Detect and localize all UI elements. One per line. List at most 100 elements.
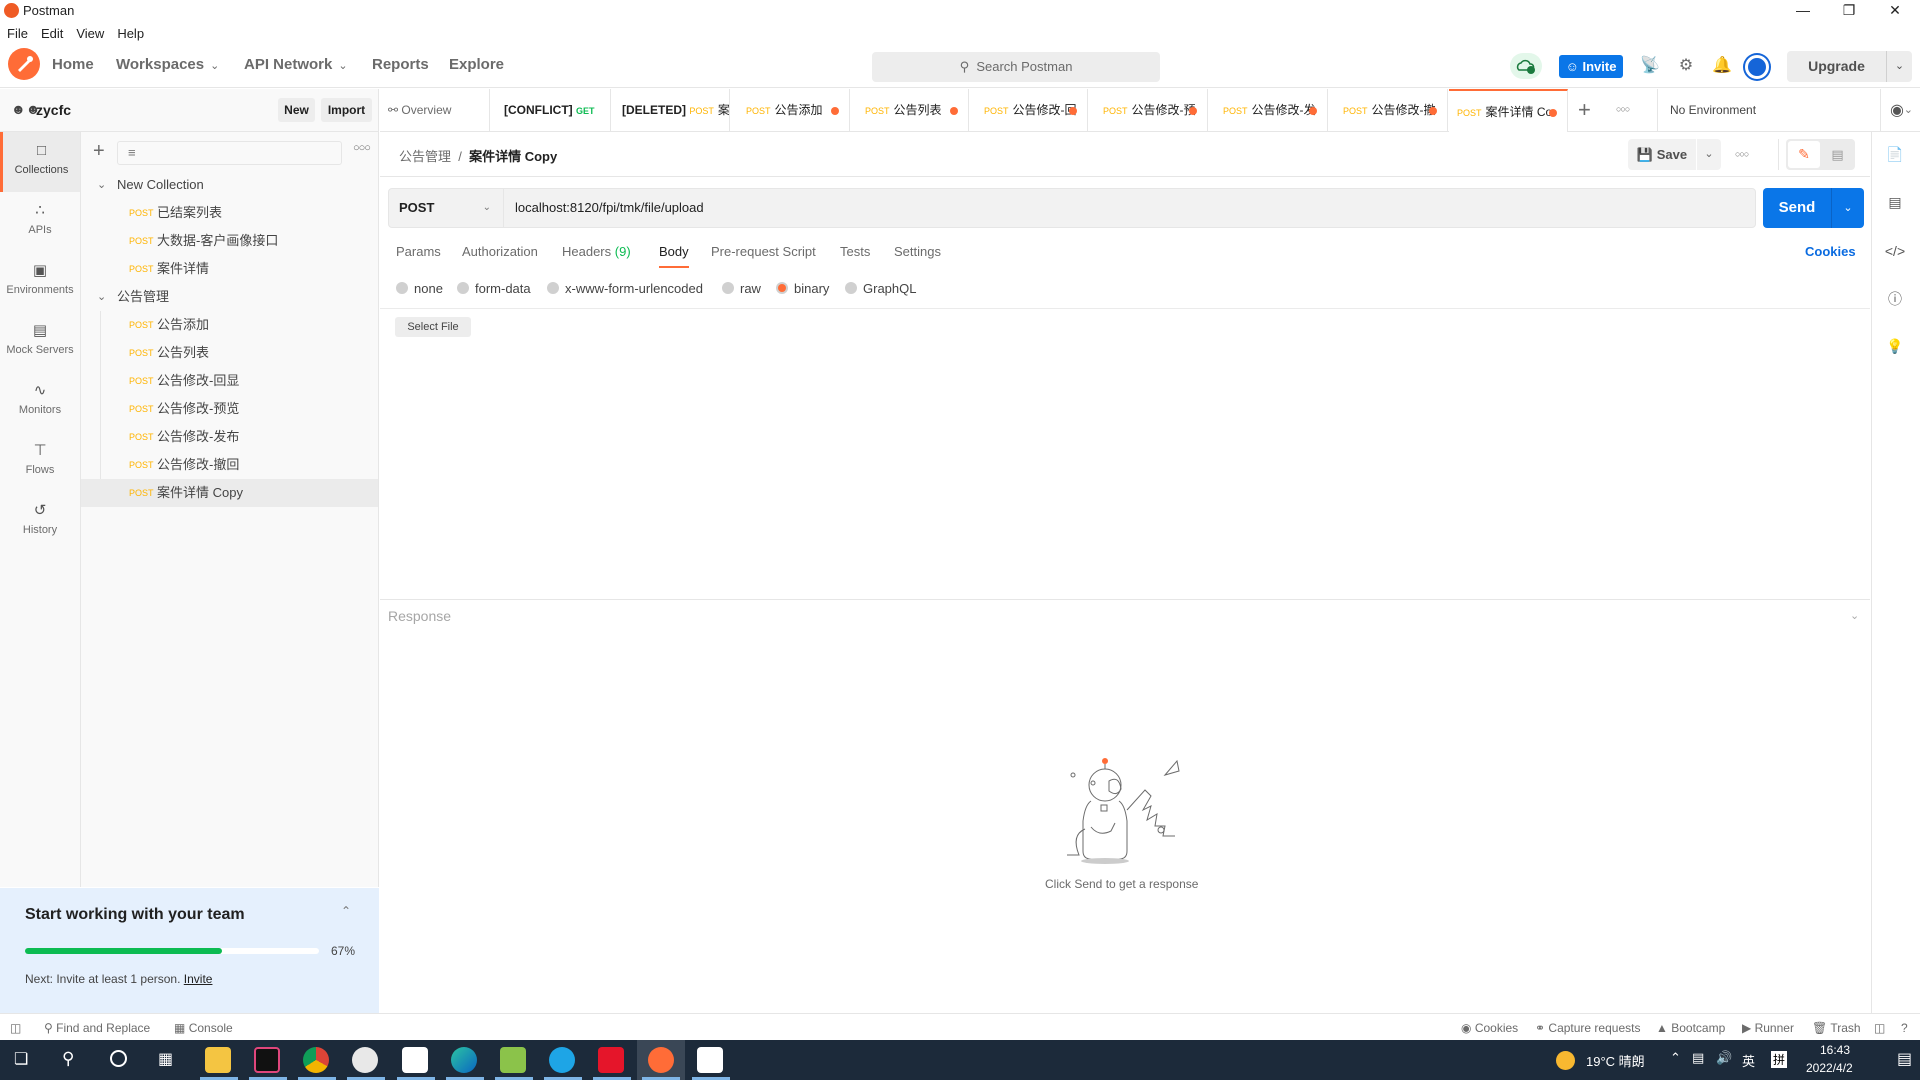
- ime-mode[interactable]: 拼: [1771, 1051, 1788, 1068]
- list-item[interactable]: POST 已结案列表: [81, 199, 378, 227]
- menu-file[interactable]: File: [0, 22, 34, 41]
- radio-graphql[interactable]: GraphQL: [845, 281, 916, 296]
- two-pane-icon[interactable]: ◫: [1874, 1021, 1885, 1035]
- internet-explorer-icon[interactable]: [549, 1047, 575, 1073]
- list-item-selected[interactable]: POST 案件详情 Copy: [81, 479, 378, 507]
- code-icon[interactable]: </>: [1883, 239, 1907, 263]
- app-icon[interactable]: [697, 1047, 723, 1073]
- more-actions-icon[interactable]: ○○○: [1735, 149, 1749, 159]
- nav-workspaces[interactable]: Workspaces ⌄: [116, 56, 219, 73]
- radio-none[interactable]: none: [396, 281, 443, 296]
- nav-home[interactable]: Home: [52, 56, 94, 73]
- list-item[interactable]: POST 案件详情: [81, 255, 378, 283]
- taskbar-search-icon[interactable]: ⚲: [62, 1049, 74, 1069]
- select-file-button[interactable]: Select File: [395, 317, 471, 337]
- runner-button[interactable]: ▶ Runner: [1742, 1021, 1794, 1035]
- sidebar-item-environments[interactable]: ▣ Environments: [0, 252, 80, 312]
- menu-view[interactable]: View: [69, 22, 110, 41]
- sidebar-item-monitors[interactable]: ∿ Monitors: [0, 372, 80, 432]
- capture-requests-button[interactable]: ⚭ Capture requests: [1535, 1021, 1640, 1035]
- windows-start-icon[interactable]: ❏: [14, 1051, 32, 1069]
- youdao-icon[interactable]: [598, 1047, 624, 1073]
- nav-explore[interactable]: Explore: [449, 56, 504, 73]
- bell-icon[interactable]: 🔔: [1710, 54, 1734, 78]
- radio-form-data[interactable]: form-data: [457, 281, 531, 296]
- add-collection-button[interactable]: +: [93, 140, 105, 163]
- radio-x-www-form-urlencoded[interactable]: x-www-form-urlencoded: [547, 281, 703, 296]
- more-options-icon[interactable]: ○○○: [353, 142, 371, 154]
- tab-params[interactable]: Params: [396, 244, 441, 259]
- app-icon[interactable]: [352, 1047, 378, 1073]
- tab-request[interactable]: POST 公告修改-预: [1089, 89, 1208, 132]
- tab-request[interactable]: POST 公告修改-撤: [1329, 89, 1448, 132]
- environment-select[interactable]: No Environment ⌄: [1670, 89, 1920, 132]
- comments-icon[interactable]: ▤: [1822, 141, 1853, 168]
- bootcamp-button[interactable]: ▲ Bootcamp: [1656, 1021, 1725, 1035]
- info-icon[interactable]: ⓘ: [1883, 287, 1907, 311]
- edit-pencil-icon[interactable]: ✎: [1788, 141, 1820, 168]
- weather-text[interactable]: 19°C 晴朗: [1586, 1051, 1645, 1070]
- notepad-icon[interactable]: [500, 1047, 526, 1073]
- filter-input[interactable]: ≡: [117, 141, 342, 165]
- restore-button[interactable]: ❐: [1826, 0, 1872, 22]
- list-item[interactable]: POST 公告修改-回显: [81, 367, 378, 395]
- tab-tests[interactable]: Tests: [840, 244, 870, 259]
- app-icon[interactable]: [402, 1047, 428, 1073]
- toggle-sidebar-icon[interactable]: ◫: [10, 1021, 21, 1035]
- clock-time[interactable]: 16:43: [1820, 1043, 1850, 1057]
- tab-request[interactable]: POST 公告修改-发: [1209, 89, 1328, 132]
- list-item[interactable]: POST 公告修改-发布: [81, 423, 378, 451]
- volume-icon[interactable]: 🔊: [1716, 1050, 1732, 1066]
- breadcrumb-parent[interactable]: 公告管理: [399, 149, 451, 164]
- weather-sun-icon[interactable]: [1556, 1051, 1575, 1070]
- chrome-icon[interactable]: [303, 1047, 329, 1073]
- radio-raw[interactable]: raw: [722, 281, 761, 296]
- upgrade-button[interactable]: Upgrade ⌄: [1787, 51, 1912, 82]
- collapse-icon[interactable]: ⌃: [341, 904, 351, 918]
- tab-request[interactable]: POST 公告列表: [851, 89, 969, 132]
- file-explorer-icon[interactable]: [205, 1047, 231, 1073]
- save-button[interactable]: 💾 Save: [1628, 139, 1696, 170]
- tab-authorization[interactable]: Authorization: [462, 244, 538, 259]
- tab-settings[interactable]: Settings: [894, 244, 941, 259]
- help-icon[interactable]: ?: [1901, 1021, 1908, 1035]
- list-item[interactable]: POST 公告修改-预览: [81, 395, 378, 423]
- trash-button[interactable]: 🗑 Trash: [1812, 1021, 1861, 1035]
- satellite-icon[interactable]: 📡: [1638, 54, 1662, 78]
- cloud-sync-icon[interactable]: [1510, 53, 1542, 79]
- sidebar-item-apis[interactable]: ∴ APIs: [0, 192, 80, 252]
- list-item[interactable]: POST 公告添加: [81, 311, 378, 339]
- send-button[interactable]: Send ⌄: [1763, 188, 1864, 228]
- invite-button[interactable]: ☺ Invite: [1559, 55, 1623, 78]
- nav-reports[interactable]: Reports: [372, 56, 429, 73]
- collection-new-collection[interactable]: ⌄ New Collection: [81, 171, 378, 199]
- sidebar-item-mock-servers[interactable]: ▤ Mock Servers: [0, 312, 80, 372]
- notifications-icon[interactable]: ▤: [1897, 1049, 1912, 1069]
- tab-overview[interactable]: ⚯ Overview: [380, 89, 490, 132]
- new-button[interactable]: New: [278, 98, 315, 122]
- list-item[interactable]: POST 公告列表: [81, 339, 378, 367]
- collection-announcement-management[interactable]: ⌄ 公告管理: [81, 283, 378, 311]
- find-and-replace-button[interactable]: ⚲ Find and Replace: [44, 1021, 150, 1035]
- sidebar-item-flows[interactable]: ⊤ Flows: [0, 432, 80, 492]
- tab-request[interactable]: POST 公告修改-回: [970, 89, 1088, 132]
- intellij-icon[interactable]: [254, 1047, 280, 1073]
- clock-date[interactable]: 2022/4/2: [1806, 1061, 1853, 1075]
- tab-pre-request-script[interactable]: Pre-request Script: [711, 244, 816, 259]
- invite-link[interactable]: Invite: [184, 972, 213, 986]
- nav-api-network[interactable]: API Network ⌄: [244, 56, 348, 73]
- tab-deleted[interactable]: [DELETED] POST案件: [620, 89, 730, 132]
- minimize-button[interactable]: —: [1780, 0, 1826, 22]
- url-input[interactable]: localhost:8120/fpi/tmk/file/upload: [515, 189, 704, 227]
- response-divider[interactable]: [380, 599, 1870, 600]
- chevron-down-icon[interactable]: ⌄: [1887, 51, 1912, 82]
- tab-headers[interactable]: Headers (9): [562, 244, 631, 259]
- documentation-icon[interactable]: 📄: [1883, 142, 1907, 166]
- cortana-icon[interactable]: [110, 1050, 127, 1067]
- tab-active-request[interactable]: POST 案件详情 Co: [1449, 89, 1568, 132]
- menu-edit[interactable]: Edit: [34, 22, 69, 41]
- postman-taskbar-icon[interactable]: [648, 1047, 674, 1073]
- list-item[interactable]: POST 公告修改-撤回: [81, 451, 378, 479]
- comments-icon[interactable]: ▤: [1883, 190, 1907, 214]
- sidebar-item-history[interactable]: ↺ History: [0, 492, 80, 552]
